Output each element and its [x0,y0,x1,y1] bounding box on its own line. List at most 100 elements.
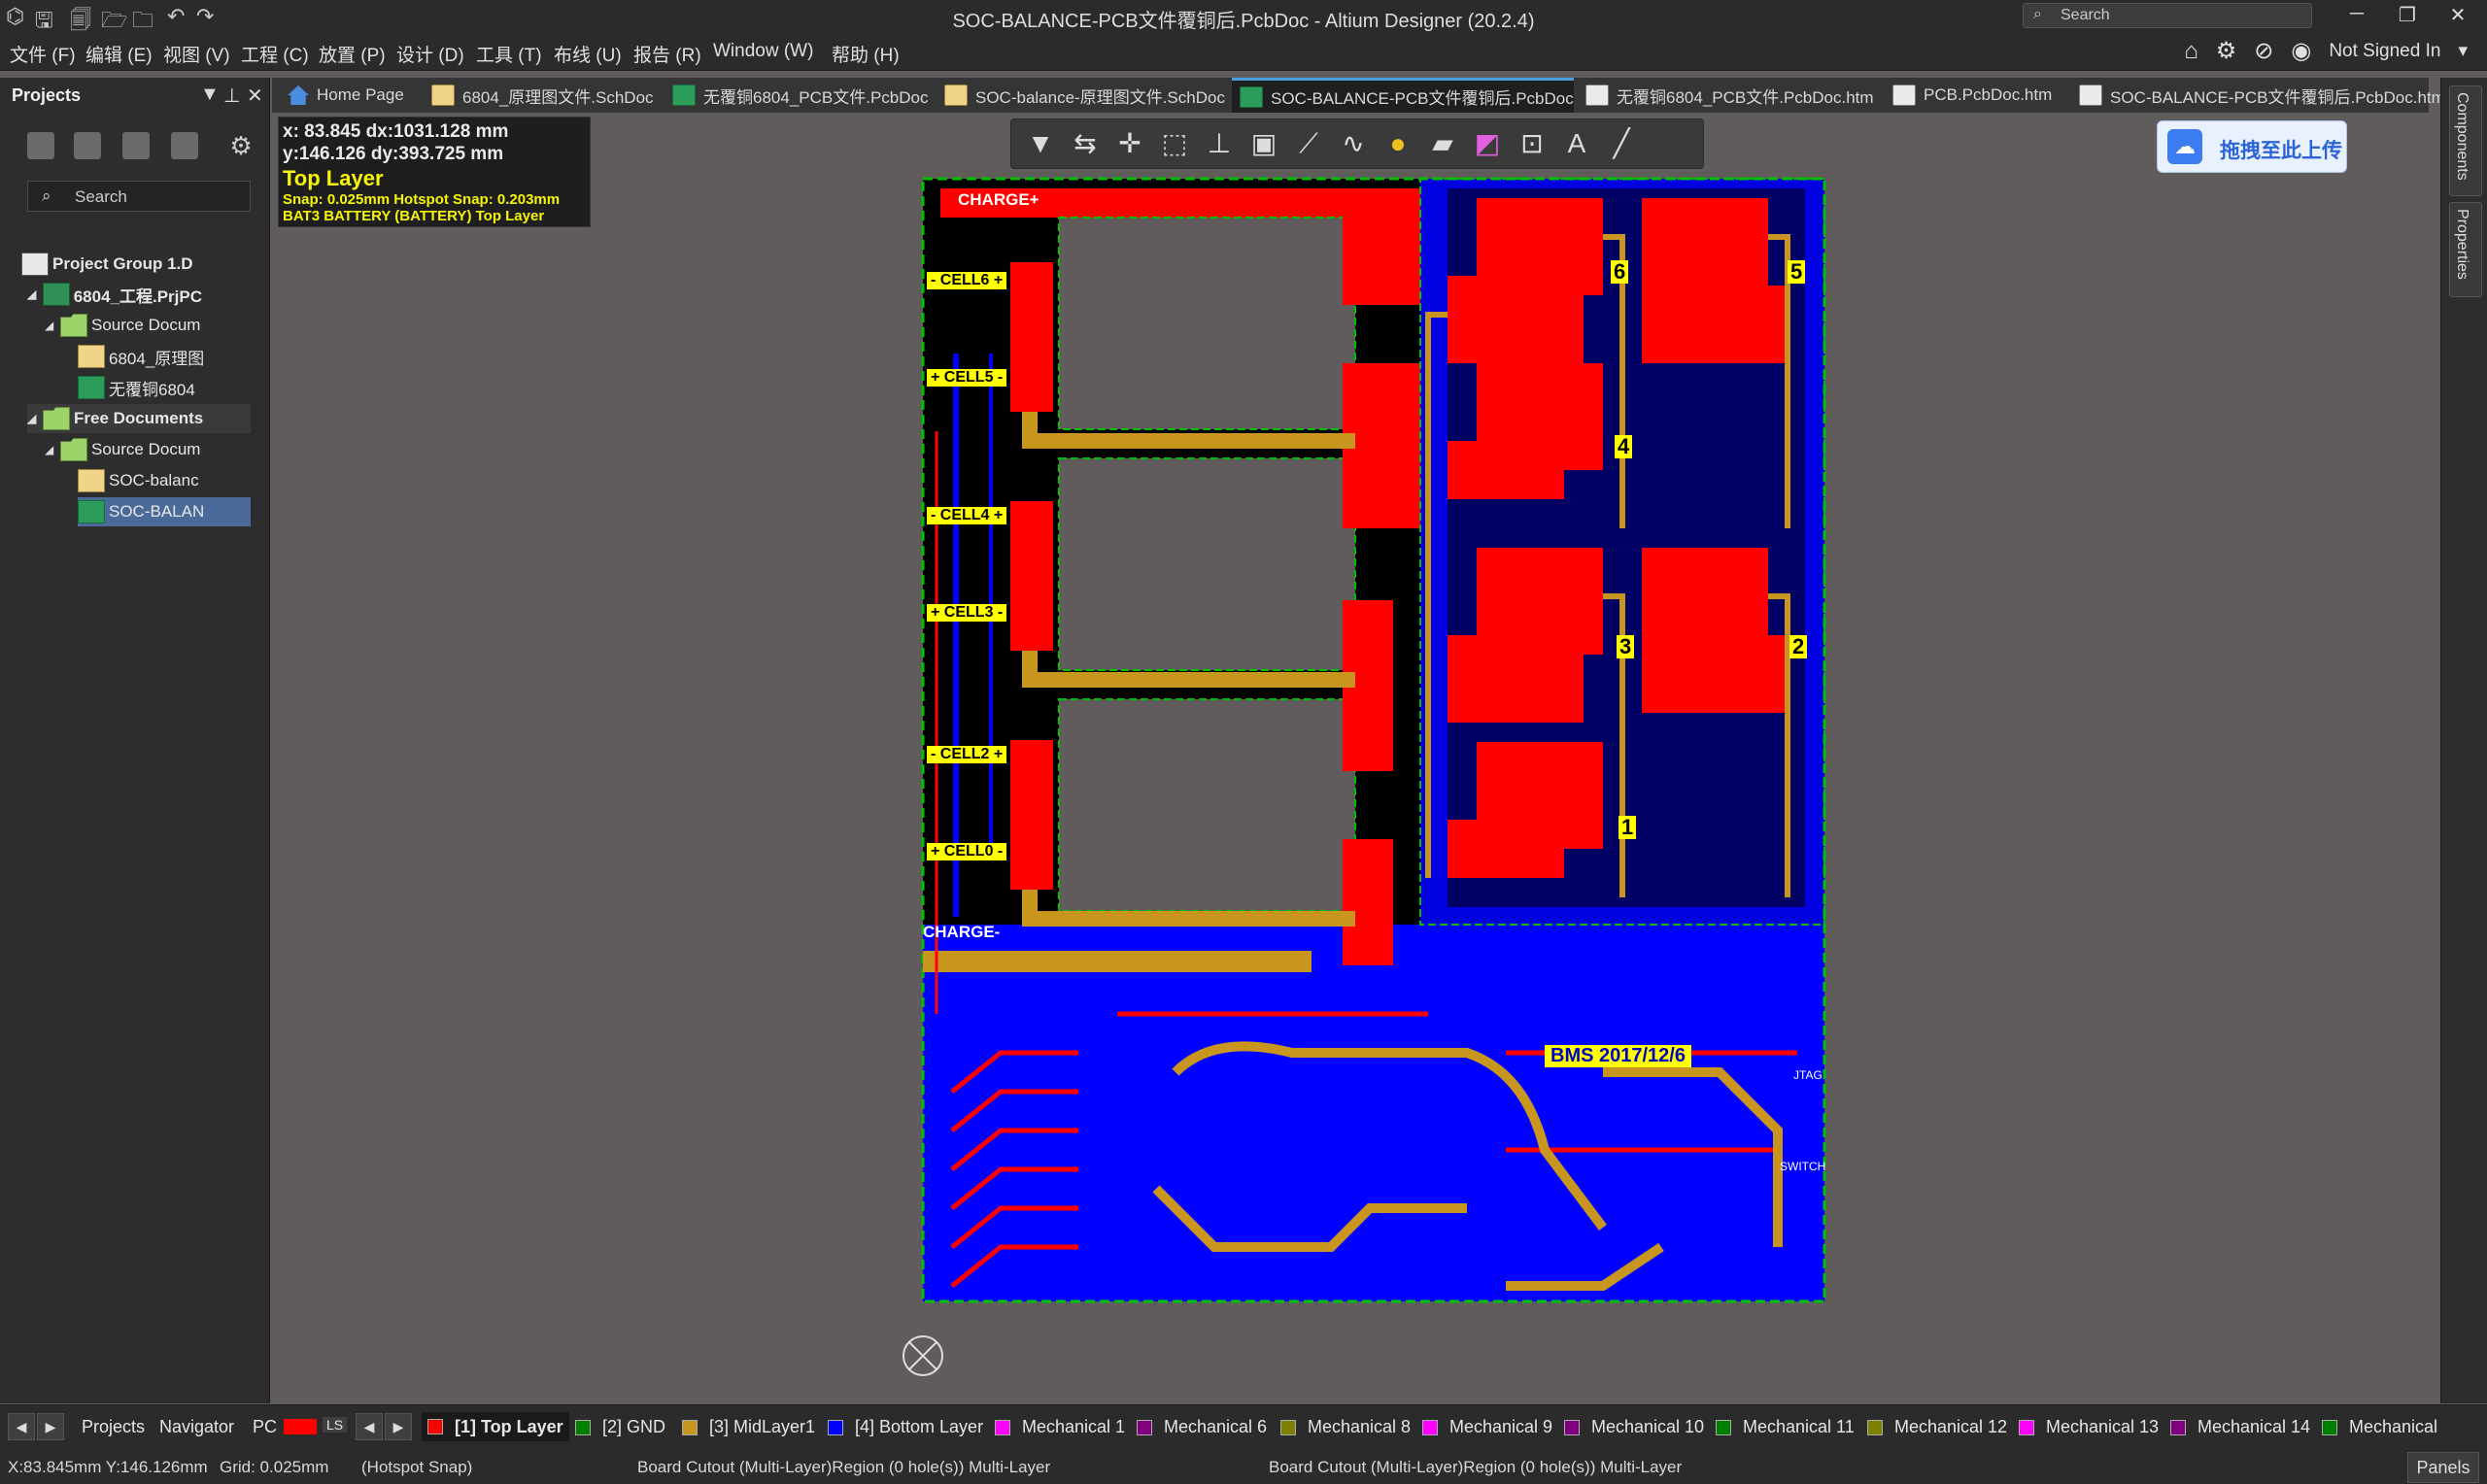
project-options-icon[interactable] [171,132,198,159]
menu-reports[interactable]: 报告 (R) [633,41,701,67]
pcb-board-drawing[interactable] [272,113,2438,1403]
line-icon[interactable]: ╱ [1604,127,1639,160]
layer-tab-mech10[interactable]: Mechanical 10 [1564,1417,1704,1437]
tree-doc-soc-sch[interactable]: SOC-balanc [78,466,253,495]
tab-pcb-htm[interactable]: PCB.PcbDoc.htm [1885,78,2052,113]
tab-6804-pcbdoc[interactable]: 无覆铜6804_PCB文件.PcbDoc [664,78,928,113]
tab-soc-schdoc[interactable]: SOC-balance-原理图文件.SchDoc [937,78,1225,113]
panel-menu-icon[interactable]: ▼ [200,84,220,106]
tree-doc-soc-pcb[interactable]: SOC-BALAN [78,497,251,526]
cell-pad [1010,740,1053,890]
close-button[interactable]: ✕ [2438,3,2477,27]
layer-tab-mech12[interactable]: Mechanical 12 [1867,1417,2007,1437]
layer-tab-bottom[interactable]: [4] Bottom Layer [828,1417,983,1437]
compile-icon[interactable] [74,132,101,159]
collapse-arrow-icon[interactable]: ◢ [45,443,60,456]
navigator-panel-tab[interactable]: Navigator [159,1417,234,1437]
filter-icon[interactable]: ▼ [1023,127,1058,160]
tab-label: 6804_原理图文件.SchDoc [462,87,654,107]
layer-tab-mech14[interactable]: Mechanical 14 [2170,1417,2310,1437]
layer-next-icon[interactable]: ▶ [385,1413,412,1440]
settings-gear-icon[interactable]: ⚙ [227,132,255,159]
pcb-canvas[interactable]: CHARGE+ - CELL6 + + CELL5 - - CELL4 + + … [272,113,2438,1403]
layer-tab-mech1[interactable]: Mechanical 1 [995,1417,1125,1437]
route-icon[interactable]: ⟋ [1291,127,1326,160]
tab-soc-pcbdoc-active[interactable]: SOC-BALANCE-PCB文件覆铜后.PcbDoc [1232,78,1574,113]
close-icon[interactable]: ✕ [247,84,263,108]
tree-free-documents[interactable]: ◢ Free Documents [27,404,251,433]
gear-icon[interactable]: ⚙ [2216,37,2237,65]
layer-tab-gnd[interactable]: [2] GND [575,1417,665,1437]
menu-window[interactable]: Window (W) [713,41,813,62]
menu-file[interactable]: 文件 (F) [10,41,76,67]
menu-tools[interactable]: 工具 (T) [476,41,542,67]
chevron-right-icon[interactable]: ▶ [37,1413,64,1440]
battery-cutout-3 [1058,698,1356,912]
menu-place[interactable]: 放置 (P) [319,41,386,67]
menu-design[interactable]: 设计 (D) [396,41,464,67]
cell-pad [1010,501,1053,651]
tab-6804-htm[interactable]: 无覆铜6804_PCB文件.PcbDoc.htm [1578,78,1874,113]
menu-view[interactable]: 视图 (V) [163,41,230,67]
layer-tab-mech6[interactable]: Mechanical 6 [1137,1417,1267,1437]
components-panel-tab[interactable]: Components [2449,85,2482,196]
interactive-routing-icon[interactable]: ⇆ [1068,127,1103,160]
keepout-icon[interactable]: ◩ [1470,127,1505,160]
align-icon[interactable]: ⊥ [1202,127,1237,160]
layer-tab-mech13[interactable]: Mechanical 13 [2019,1417,2159,1437]
menu-help[interactable]: 帮助 (H) [832,41,900,67]
layer-tab-mech9[interactable]: Mechanical 9 [1422,1417,1552,1437]
diff-pair-icon[interactable]: ∿ [1336,127,1371,160]
tree-doc-6804-pcb[interactable]: 无覆铜6804 [78,373,253,402]
global-search-input[interactable]: ⌕ Search [2023,3,2312,28]
dimension-icon[interactable]: ⊡ [1515,127,1550,160]
save-project-icon[interactable] [27,132,54,159]
upload-drop-button[interactable]: ☁ 拖拽至此上传 [2157,120,2347,173]
layer-set-button[interactable]: LS [323,1417,348,1433]
search-icon: ⌕ [42,186,51,205]
menu-project[interactable]: 工程 (C) [241,41,309,67]
chevron-left-icon[interactable]: ◀ [8,1413,35,1440]
select-rect-icon[interactable]: ⬚ [1157,127,1192,160]
polygon-icon[interactable]: ▰ [1425,127,1460,160]
move-crosshair-icon[interactable]: ✛ [1112,127,1147,160]
layer-tab-mech8[interactable]: Mechanical 8 [1280,1417,1411,1437]
layer-tab-top[interactable]: [1] Top Layer [422,1412,569,1441]
menu-bar: 文件 (F) 编辑 (E) 视图 (V) 工程 (C) 放置 (P) 设计 (D… [0,31,2487,71]
tab-soc-htm[interactable]: SOC-BALANCE-PCB文件覆铜后.PcbDoc.htm [2071,78,2445,113]
component-icon[interactable]: ▣ [1246,127,1281,160]
collapse-arrow-icon[interactable]: ◢ [45,319,60,332]
pc-panel-tab[interactable]: PC [253,1417,277,1437]
restore-button[interactable]: ❐ [2388,3,2427,27]
project-history-icon[interactable] [122,132,150,159]
tree-source-documents-1[interactable]: ◢ Source Docum [45,311,245,340]
chevron-down-icon[interactable]: ▾ [2458,40,2468,62]
collapse-arrow-icon[interactable]: ◢ [27,412,43,425]
tree-project-group[interactable]: Project Group 1.D [21,250,255,279]
current-layer-swatch[interactable] [284,1419,317,1434]
tree-doc-6804-sch[interactable]: 6804_原理图 [78,342,253,371]
home-icon[interactable]: ⌂ [2184,38,2198,65]
menu-edit[interactable]: 编辑 (E) [85,41,153,67]
layer-prev-icon[interactable]: ◀ [356,1413,383,1440]
projects-panel-tab[interactable]: Projects [82,1417,145,1437]
panels-button[interactable]: Panels [2407,1452,2479,1483]
tab-home-page[interactable]: Home Page [280,78,404,113]
properties-panel-tab[interactable]: Properties [2449,202,2482,297]
tree-project-6804[interactable]: ◢ 6804_工程.PrjPC [27,280,202,309]
layer-tab-mech-more[interactable]: Mechanical [2322,1417,2437,1437]
tree-source-documents-2[interactable]: ◢ Source Docum [45,435,245,464]
minimize-button[interactable]: ─ [2337,3,2376,25]
projects-search-input[interactable]: ⌕ Search [27,181,251,212]
tab-6804-schdoc[interactable]: 6804_原理图文件.SchDoc [424,78,654,113]
via-icon[interactable]: ● [1380,127,1415,160]
pin-icon[interactable]: ⊥ [223,84,240,108]
user-icon[interactable]: ◉ [2291,37,2311,65]
text-icon[interactable]: A [1559,127,1594,160]
layer-tab-midlayer1[interactable]: [3] MidLayer1 [682,1417,815,1437]
notifications-off-icon[interactable]: ⊘ [2254,37,2273,65]
collapse-arrow-icon[interactable]: ◢ [27,287,43,301]
account-label[interactable]: Not Signed In [2329,41,2440,62]
menu-route[interactable]: 布线 (U) [554,41,622,67]
layer-tab-mech11[interactable]: Mechanical 11 [1716,1417,1855,1437]
